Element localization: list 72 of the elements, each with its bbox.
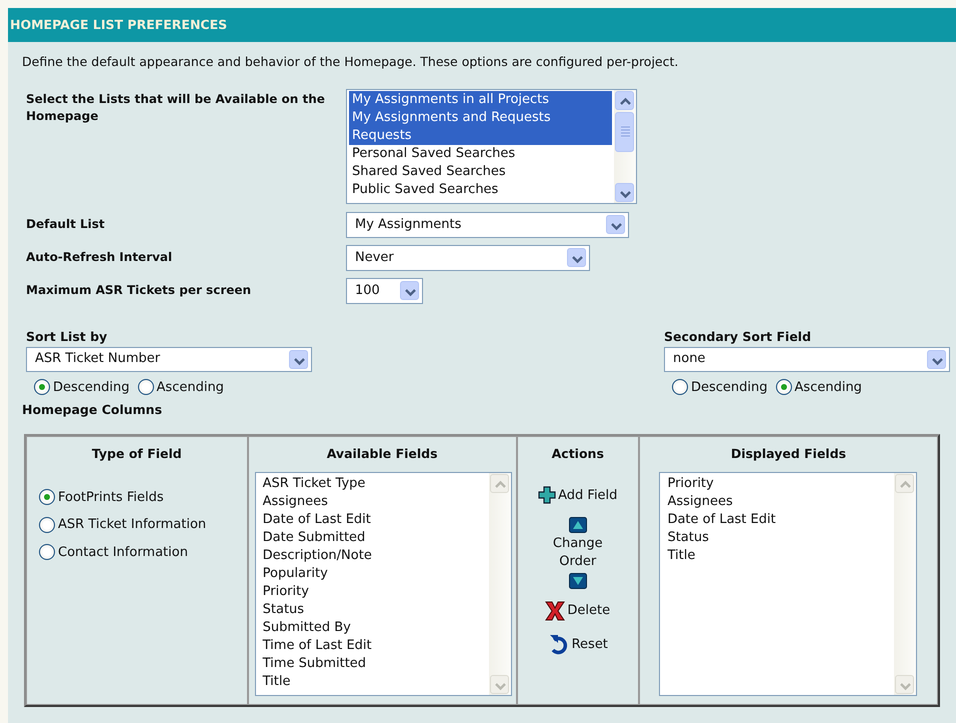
field-label: Default List bbox=[25, 216, 106, 234]
list-option[interactable]: ASR Ticket Type bbox=[260, 474, 485, 492]
plus-icon bbox=[538, 486, 556, 504]
scroll-up-icon bbox=[490, 474, 509, 492]
list-option[interactable]: Public Saved Searches bbox=[349, 180, 612, 199]
list-option[interactable]: Status bbox=[260, 600, 485, 618]
scroll-down-icon bbox=[895, 674, 914, 694]
scroll-down-icon bbox=[615, 182, 634, 202]
add-field-button[interactable]: Add Field bbox=[538, 486, 618, 505]
field-label: Maximum ASR Tickets per screen bbox=[25, 282, 252, 300]
list-option[interactable]: Popularity bbox=[260, 564, 485, 582]
list-option[interactable]: Status bbox=[664, 528, 890, 546]
list-option[interactable]: Date of Last Edit bbox=[664, 510, 890, 528]
list-option[interactable]: Time of Last Edit bbox=[260, 636, 485, 654]
list-option[interactable]: Title bbox=[664, 546, 890, 564]
column-heading: Displayed Fields bbox=[730, 444, 848, 463]
list-option[interactable]: Priority bbox=[260, 582, 485, 600]
list-option[interactable]: Requests bbox=[349, 126, 612, 145]
list-option[interactable]: Date Submitted bbox=[260, 528, 485, 546]
list-option[interactable]: Personal Saved Searches bbox=[349, 144, 612, 163]
reset-icon bbox=[548, 633, 570, 657]
scroll-thumb[interactable] bbox=[615, 112, 634, 152]
column-heading: Actions bbox=[550, 444, 605, 463]
radio-option[interactable]: Contact Information bbox=[39, 542, 241, 562]
field-label: Auto-Refresh Interval bbox=[25, 249, 174, 266]
list-option[interactable]: Time Submitted bbox=[260, 654, 485, 672]
dropdown[interactable]: ASR Ticket Number bbox=[26, 346, 312, 372]
list-option[interactable]: Submitted By bbox=[260, 618, 485, 636]
chevron-down-icon bbox=[606, 215, 625, 234]
scroll-up-icon bbox=[895, 474, 914, 492]
radio-option[interactable]: Ascending bbox=[138, 378, 224, 397]
dropdown[interactable]: 100 bbox=[346, 278, 423, 304]
list-option[interactable]: Shared Saved Searches bbox=[349, 162, 612, 181]
radio-option[interactable]: Descending bbox=[672, 378, 768, 397]
move-down-button[interactable] bbox=[568, 573, 587, 589]
scroll-up-icon bbox=[615, 90, 634, 110]
move-up-button[interactable] bbox=[568, 517, 587, 533]
chevron-down-icon bbox=[567, 248, 586, 268]
scrollbar[interactable] bbox=[488, 472, 511, 694]
reset-button[interactable]: Reset bbox=[548, 633, 608, 657]
column-heading: Available Fields bbox=[326, 444, 439, 463]
radio-option[interactable]: ASR Ticket Information bbox=[39, 515, 241, 534]
field-label: Secondary Sort Field bbox=[664, 328, 812, 346]
column-heading: Type of Field bbox=[90, 444, 183, 463]
list-option[interactable]: Priority bbox=[664, 474, 890, 492]
radio-option[interactable]: Descending bbox=[34, 378, 130, 397]
list-option[interactable]: Assignees bbox=[664, 492, 890, 510]
field-label: Sort List by bbox=[26, 328, 108, 346]
scroll-down-icon bbox=[490, 674, 509, 694]
dropdown[interactable]: Never bbox=[346, 244, 590, 271]
dropdown[interactable]: none bbox=[664, 346, 950, 372]
list-option[interactable]: Title bbox=[260, 672, 485, 690]
list-option[interactable]: My Assignments and Requests bbox=[349, 108, 612, 127]
description-text: Define the default appearance and behavior of the Homepage. These options are configured per-project. bbox=[21, 53, 680, 71]
chevron-down-icon bbox=[289, 350, 308, 368]
x-icon bbox=[545, 601, 566, 621]
radio-option[interactable]: Ascending bbox=[776, 378, 862, 397]
list-option[interactable]: My Assignments in all Projects bbox=[349, 90, 612, 109]
field-label: Select the Lists that will be Available on the Homepage bbox=[25, 90, 326, 125]
list-option[interactable]: Assignees bbox=[260, 492, 485, 510]
scrollbar[interactable] bbox=[614, 90, 636, 203]
delete-button[interactable]: Delete bbox=[545, 601, 610, 621]
change-order-label: Change Order bbox=[552, 535, 604, 571]
scrollbar[interactable] bbox=[894, 472, 916, 694]
chevron-down-icon bbox=[400, 281, 419, 300]
list-option[interactable]: Date of Last Edit bbox=[260, 510, 485, 528]
chevron-down-icon bbox=[927, 350, 946, 368]
radio-option[interactable]: FootPrints Fields bbox=[39, 488, 241, 507]
section-title: Homepage Columns bbox=[21, 401, 164, 419]
dropdown[interactable]: My Assignments bbox=[346, 212, 629, 238]
list-option[interactable]: Description/Note bbox=[260, 546, 485, 564]
panel-title: HOMEPAGE LIST PREFERENCES bbox=[8, 8, 956, 42]
